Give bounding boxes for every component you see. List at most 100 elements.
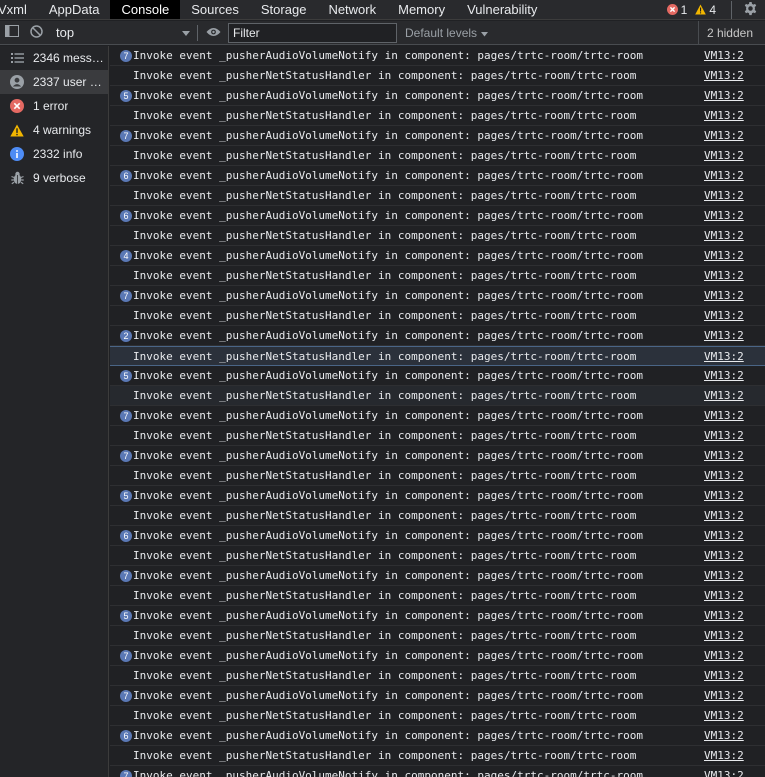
console-message-row[interactable]: 5 Invoke event _pusherAudioVolumeNotify i… (110, 86, 765, 106)
console-message-row[interactable]: 7 Invoke event _pusherAudioVolumeNotify i… (110, 646, 765, 666)
console-message-row[interactable]: Invoke event _pusherNetStatusHandler in … (110, 466, 765, 486)
sidebar-item-warnings[interactable]: 4 warnings (0, 118, 108, 142)
console-message-row[interactable]: 5 Invoke event _pusherAudioVolumeNotify i… (110, 606, 765, 626)
source-link[interactable]: VM13:2 (704, 129, 744, 143)
source-link[interactable]: VM13:2 (704, 249, 744, 263)
issue-counters[interactable]: 1 4 (666, 0, 731, 19)
source-link[interactable]: VM13:2 (704, 169, 744, 183)
filter-input[interactable] (228, 22, 397, 43)
source-link[interactable]: VM13:2 (704, 429, 744, 443)
settings-button[interactable] (739, 0, 761, 19)
source-link[interactable]: VM13:2 (704, 409, 744, 423)
console-message-row[interactable]: 7 Invoke event _pusherAudioVolumeNotify i… (110, 686, 765, 706)
console-message-row[interactable]: Invoke event _pusherNetStatusHandler in … (110, 226, 765, 246)
console-message-row[interactable]: Invoke event _pusherNetStatusHandler in … (110, 66, 765, 86)
source-link[interactable]: VM13:2 (704, 449, 744, 463)
clear-console-button[interactable] (24, 21, 48, 45)
source-link[interactable]: VM13:2 (704, 609, 744, 623)
source-link[interactable]: VM13:2 (704, 189, 744, 203)
source-link[interactable]: VM13:2 (704, 749, 744, 763)
source-link[interactable]: VM13:2 (704, 109, 744, 123)
source-link[interactable]: VM13:2 (704, 549, 744, 563)
tab-memory[interactable]: Memory (387, 0, 456, 19)
console-message-row[interactable]: Invoke event _pusherNetStatusHandler in … (110, 186, 765, 206)
console-message-row[interactable]: 6 Invoke event _pusherAudioVolumeNotify i… (110, 166, 765, 186)
sidebar-item-info[interactable]: 2332 info (0, 142, 108, 166)
console-message-row[interactable]: 7 Invoke event _pusherAudioVolumeNotify i… (110, 286, 765, 306)
console-message-row[interactable]: Invoke event _pusherNetStatusHandler in … (110, 146, 765, 166)
console-message-row[interactable]: Invoke event _pusherNetStatusHandler in … (110, 106, 765, 126)
message-text: Invoke event _pusherNetStatusHandler in … (133, 749, 637, 762)
list-icon (10, 51, 24, 65)
console-message-row[interactable]: Invoke event _pusherNetStatusHandler in … (110, 346, 765, 366)
source-link[interactable]: VM13:2 (704, 229, 744, 243)
tab-vulnerability[interactable]: Vulnerability (456, 0, 548, 19)
console-message-row[interactable]: Invoke event _pusherNetStatusHandler in … (110, 546, 765, 566)
tab-storage[interactable]: Storage (250, 0, 318, 19)
sidebar-item-user-messages[interactable]: 2337 user m... (0, 70, 108, 94)
source-link[interactable]: VM13:2 (704, 149, 744, 163)
context-selector[interactable]: top (56, 23, 194, 43)
source-link[interactable]: VM13:2 (704, 89, 744, 103)
source-link[interactable]: VM13:2 (704, 389, 744, 403)
source-link[interactable]: VM13:2 (704, 629, 744, 643)
source-link[interactable]: VM13:2 (704, 369, 744, 383)
console-message-row[interactable]: Invoke event _pusherNetStatusHandler in … (110, 386, 765, 406)
source-link[interactable]: VM13:2 (704, 329, 744, 343)
console-message-row[interactable]: 6 Invoke event _pusherAudioVolumeNotify i… (110, 206, 765, 226)
console-message-row[interactable]: Invoke event _pusherNetStatusHandler in … (110, 746, 765, 766)
repeat-count-badge: 4 (120, 250, 132, 262)
message-text: Invoke event _pusherAudioVolumeNotify in… (133, 729, 643, 742)
console-message-row[interactable]: 7 Invoke event _pusherAudioVolumeNotify i… (110, 46, 765, 66)
console-message-row[interactable]: Invoke event _pusherNetStatusHandler in … (110, 666, 765, 686)
source-link[interactable]: VM13:2 (704, 289, 744, 303)
tab-console[interactable]: Console (110, 0, 181, 19)
sidebar-item-messages[interactable]: 2346 messa... (0, 46, 108, 70)
source-link[interactable]: VM13:2 (704, 269, 744, 283)
sidebar-item-errors[interactable]: 1 error (0, 94, 108, 118)
live-expression-button[interactable] (201, 21, 225, 45)
source-link[interactable]: VM13:2 (704, 729, 744, 743)
console-message-row[interactable]: Invoke event _pusherNetStatusHandler in … (110, 506, 765, 526)
sidebar-item-verbose[interactable]: 9 verbose (0, 166, 108, 190)
source-link[interactable]: VM13:2 (704, 469, 744, 483)
source-link[interactable]: VM13:2 (704, 350, 744, 364)
source-link[interactable]: VM13:2 (704, 669, 744, 683)
source-link[interactable]: VM13:2 (704, 649, 744, 663)
source-link[interactable]: VM13:2 (704, 529, 744, 543)
source-link[interactable]: VM13:2 (704, 509, 744, 523)
console-message-row[interactable]: 4 Invoke event _pusherAudioVolumeNotify i… (110, 246, 765, 266)
console-message-row[interactable]: 7 Invoke event _pusherAudioVolumeNotify i… (110, 766, 765, 777)
source-link[interactable]: VM13:2 (704, 589, 744, 603)
log-levels-dropdown[interactable]: Default levels (405, 26, 489, 40)
console-message-row[interactable]: Invoke event _pusherNetStatusHandler in … (110, 706, 765, 726)
tab-network[interactable]: Network (317, 0, 387, 19)
console-message-row[interactable]: 7 Invoke event _pusherAudioVolumeNotify i… (110, 406, 765, 426)
source-link[interactable]: VM13:2 (704, 69, 744, 83)
console-message-row[interactable]: Invoke event _pusherNetStatusHandler in … (110, 586, 765, 606)
source-link[interactable]: VM13:2 (704, 489, 744, 503)
console-message-row[interactable]: 5 Invoke event _pusherAudioVolumeNotify i… (110, 486, 765, 506)
tab-sources[interactable]: Sources (180, 0, 250, 19)
console-message-row[interactable]: 6 Invoke event _pusherAudioVolumeNotify i… (110, 726, 765, 746)
console-message-row[interactable]: 5 Invoke event _pusherAudioVolumeNotify i… (110, 366, 765, 386)
console-message-row[interactable]: 7 Invoke event _pusherAudioVolumeNotify i… (110, 126, 765, 146)
source-link[interactable]: VM13:2 (704, 209, 744, 223)
console-message-row[interactable]: 6 Invoke event _pusherAudioVolumeNotify i… (110, 526, 765, 546)
console-message-row[interactable]: Invoke event _pusherNetStatusHandler in … (110, 626, 765, 646)
source-link[interactable]: VM13:2 (704, 569, 744, 583)
source-link[interactable]: VM13:2 (704, 49, 744, 63)
console-message-row[interactable]: 7 Invoke event _pusherAudioVolumeNotify i… (110, 566, 765, 586)
source-link[interactable]: VM13:2 (704, 309, 744, 323)
console-message-row[interactable]: 2 Invoke event _pusherAudioVolumeNotify i… (110, 326, 765, 346)
source-link[interactable]: VM13:2 (704, 769, 744, 777)
console-message-row[interactable]: Invoke event _pusherNetStatusHandler in … (110, 266, 765, 286)
source-link[interactable]: VM13:2 (704, 709, 744, 723)
console-message-row[interactable]: 7 Invoke event _pusherAudioVolumeNotify i… (110, 446, 765, 466)
console-message-row[interactable]: Invoke event _pusherNetStatusHandler in … (110, 306, 765, 326)
tab-vxml[interactable]: Vxml (0, 0, 38, 19)
tab-appdata[interactable]: AppData (38, 0, 111, 19)
sidebar-toggle-button[interactable] (0, 21, 24, 45)
source-link[interactable]: VM13:2 (704, 689, 744, 703)
console-message-row[interactable]: Invoke event _pusherNetStatusHandler in … (110, 426, 765, 446)
